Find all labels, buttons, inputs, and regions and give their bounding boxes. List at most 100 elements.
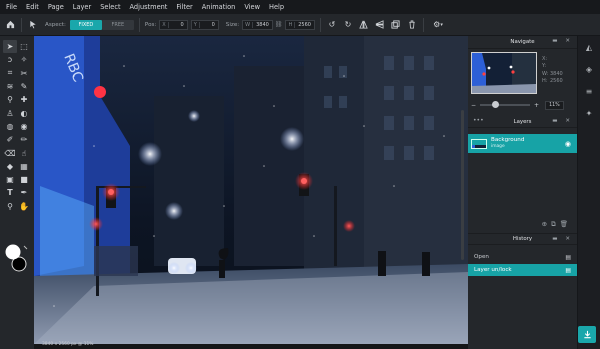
aspect-free-button[interactable]: FREE xyxy=(101,19,134,30)
menu-edit[interactable]: Edit xyxy=(26,3,39,11)
pos-y-field[interactable]: Y0 xyxy=(190,19,219,30)
lasso-tool-icon[interactable]: ↄ xyxy=(3,53,17,66)
canvas-image[interactable]: RBC xyxy=(34,36,468,344)
navigate-panel-controls[interactable]: ▬ ✕ xyxy=(552,38,573,44)
layer-item-background[interactable]: Background image ◉ xyxy=(468,134,577,153)
clone-stamp-icon[interactable]: ♙ xyxy=(3,106,17,119)
history-unlock-icon: ▤ xyxy=(565,266,571,274)
visibility-eye-icon[interactable]: ◉ xyxy=(565,140,571,148)
pointer-icon[interactable] xyxy=(27,19,39,31)
layers-title: Layers xyxy=(513,118,532,125)
menu-select[interactable]: Select xyxy=(100,3,120,11)
zoom-slider-knob[interactable] xyxy=(491,101,499,108)
blur-tool-icon[interactable]: ◐ xyxy=(17,106,31,119)
zoom-in-button[interactable]: + xyxy=(534,102,539,109)
delete-layer-icon[interactable]: 🗑 xyxy=(560,220,572,228)
layer-thumbnail xyxy=(471,138,487,149)
gradient-tool-icon[interactable]: ▦ xyxy=(17,160,31,173)
layers-menu-icon[interactable]: ••• xyxy=(473,117,484,124)
options-toolbar: Aspect: FIXED FREE Pos: X0 Y0 Size: W 384… xyxy=(0,14,600,36)
fill-bucket-icon[interactable]: ◆ xyxy=(3,160,17,173)
download-button[interactable] xyxy=(578,326,596,343)
move-tool-icon[interactable]: ➤ xyxy=(3,40,17,54)
navigate-panel-icon[interactable]: ◭ xyxy=(578,36,600,58)
side-icon-bar: ◭ ◈ ≡ ✦ xyxy=(577,36,600,349)
layer-name: Background image xyxy=(491,137,525,149)
eraser-tool-icon[interactable]: ⌫ xyxy=(3,146,17,159)
smudge-tool-icon[interactable]: ☝ xyxy=(17,146,31,159)
rotate-left-icon[interactable]: ↺ xyxy=(326,19,338,31)
pen-tool-icon[interactable]: ✒ xyxy=(17,186,31,199)
liquify-tool-icon[interactable]: ≋ xyxy=(3,80,17,93)
image-tool-icon[interactable]: ▣ xyxy=(3,173,17,186)
history-item-open[interactable]: Open ▤ xyxy=(468,251,577,263)
home-icon[interactable] xyxy=(4,19,16,31)
size-w-field[interactable]: W 3840 xyxy=(242,19,273,30)
pencil-tool-icon[interactable]: ✏ xyxy=(17,133,31,146)
history-title: History xyxy=(512,236,533,242)
layers-panel-controls[interactable]: ▬ ✕ xyxy=(552,118,573,124)
bandage-icon[interactable]: ✚ xyxy=(17,93,31,106)
magic-wand-icon[interactable]: ✧ xyxy=(17,53,31,66)
size-label: Size: xyxy=(225,21,240,28)
adjustments-panel-icon[interactable]: ≡ xyxy=(578,80,600,102)
burn-tool-icon[interactable]: ◉ xyxy=(17,120,31,133)
rotate-right-icon[interactable]: ↻ xyxy=(342,19,354,31)
trash-icon[interactable] xyxy=(406,19,418,31)
menu-file[interactable]: File xyxy=(6,3,17,11)
marquee-tool-icon[interactable]: ⬚ xyxy=(17,40,31,53)
add-layer-icon[interactable]: ⊕ xyxy=(542,220,551,228)
zoom-slider[interactable] xyxy=(480,101,531,108)
menu-page[interactable]: Page xyxy=(48,3,64,11)
menu-adjustment[interactable]: Adjustment xyxy=(130,3,168,11)
history-open-icon: ▤ xyxy=(565,253,571,261)
layers-panel-header: ••• Layers ▬ ✕ xyxy=(468,116,577,128)
text-tool-icon[interactable]: T xyxy=(3,186,17,199)
aspect-label: Aspect: xyxy=(45,21,66,28)
menu-layer[interactable]: Layer xyxy=(73,3,91,11)
navigate-info: X: Y: W: 3840 H: 2560 xyxy=(542,56,563,85)
layer-actions: ⊕⧉🗑 xyxy=(542,220,572,229)
zoom-tool-icon[interactable]: ⚲ xyxy=(3,200,17,213)
navigate-panel-header: Navigate ▬ ✕ xyxy=(468,36,577,49)
scissors-icon[interactable]: ✂ xyxy=(17,67,31,80)
zoom-value-field[interactable]: 11% xyxy=(545,100,564,110)
shape-tool-icon[interactable]: ■ xyxy=(17,173,31,186)
aspect-fixed-button[interactable]: FIXED xyxy=(69,19,102,30)
tool-palette: ➤ ⬚ ↄ ✧ ⌗ ✂ ≋ ✎ ⚲ ✚ ♙ ◐ ◍ ◉ ✐ ✏ ⌫ ☝ ◆ ▦ … xyxy=(0,36,34,349)
navigate-title: Navigate xyxy=(510,39,535,45)
menu-bar: File Edit Page Layer Select Adjustment F… xyxy=(0,0,600,14)
effects-panel-icon[interactable]: ✦ xyxy=(578,102,600,124)
crop-tool-icon[interactable]: ⌗ xyxy=(3,67,17,80)
zoom-out-button[interactable]: − xyxy=(471,102,476,109)
menu-view[interactable]: View xyxy=(244,3,260,11)
aspect-toggle: FIXED FREE xyxy=(69,19,134,30)
menu-help[interactable]: Help xyxy=(269,3,284,11)
history-panel-header: History ▬ ✕ xyxy=(468,233,577,245)
history-item-layer-unlock[interactable]: Layer un/lock ▤ xyxy=(468,264,577,276)
canvas-scrollbar[interactable] xyxy=(461,110,464,260)
pos-x-field[interactable]: X0 xyxy=(159,19,188,30)
size-h-field[interactable]: H 2560 xyxy=(285,19,315,30)
hand-tool-icon[interactable]: ✋ xyxy=(17,200,31,213)
flip-horizontal-icon[interactable] xyxy=(358,19,370,31)
navigate-thumbnail[interactable] xyxy=(471,52,537,94)
color-swatches[interactable] xyxy=(3,242,31,272)
link-icon[interactable]: ⛓ xyxy=(275,21,283,28)
pos-label: Pos: xyxy=(144,21,157,28)
canvas-area[interactable]: RBC 3840 x 2560 px @ 11% xyxy=(34,36,468,349)
spot-heal-icon[interactable]: ⚲ xyxy=(3,93,17,106)
duplicate-layer-icon[interactable]: ⧉ xyxy=(551,220,560,228)
history-panel-controls[interactable]: ▬ ✕ xyxy=(552,236,573,242)
eyedropper-icon[interactable]: ✎ xyxy=(17,80,31,93)
flip-vertical-icon[interactable] xyxy=(374,19,386,31)
zoom-row: − + 11% xyxy=(471,100,575,110)
dodge-tool-icon[interactable]: ◍ xyxy=(3,120,17,133)
duplicate-icon[interactable] xyxy=(390,19,402,31)
brush-tool-icon[interactable]: ✐ xyxy=(3,133,17,146)
settings-gear-icon[interactable]: ⚙ ▾ xyxy=(429,19,447,31)
menu-animation[interactable]: Animation xyxy=(202,3,236,11)
layers-panel-icon[interactable]: ◈ xyxy=(578,58,600,80)
menu-filter[interactable]: Filter xyxy=(176,3,192,11)
right-panels: Navigate ▬ ✕ X: Y: W: 3840 H: 2560 − + 11%… xyxy=(468,36,577,349)
